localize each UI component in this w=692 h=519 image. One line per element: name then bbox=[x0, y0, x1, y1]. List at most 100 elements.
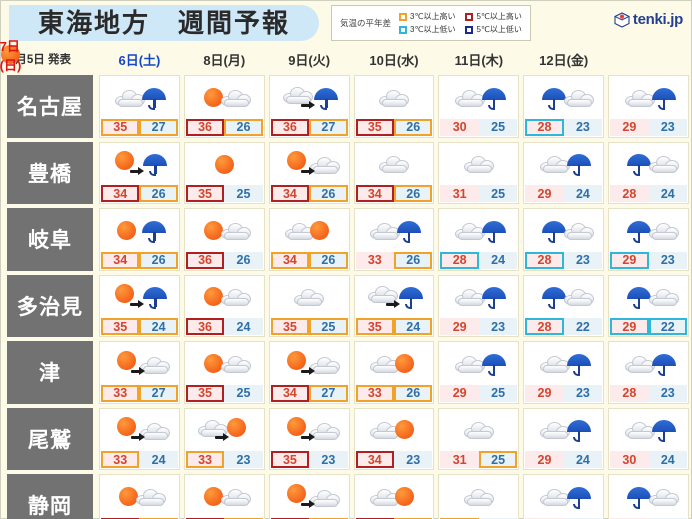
forecast-cell[interactable]: 3525 bbox=[353, 474, 435, 519]
min-temperature: 25 bbox=[224, 185, 263, 202]
forecast-cell[interactable]: 36 27 bbox=[268, 75, 350, 138]
forecast-cell[interactable]: 35 23 bbox=[268, 407, 350, 470]
forecast-table-body: 名古屋 35 27 36 26 36 27 35 26 30 25 28 23 29 23 豊橋 34 26 35 2… bbox=[1, 73, 691, 519]
cloud-icon bbox=[221, 89, 252, 107]
forecast-cell[interactable]: 28 22 bbox=[523, 274, 605, 337]
forecast-cell[interactable]: 34 26 bbox=[268, 141, 350, 204]
cloudy-icon bbox=[449, 413, 509, 447]
temperature-bar: 2924 bbox=[525, 185, 603, 202]
min-temperature: 25 bbox=[309, 318, 348, 335]
forecast-cell[interactable]: 3225 bbox=[438, 474, 520, 519]
cloud-icon bbox=[369, 222, 400, 240]
forecast-cell[interactable]: 3525 bbox=[268, 274, 350, 337]
forecast-cell[interactable]: 33 24 bbox=[99, 407, 180, 470]
city-label-岐阜[interactable]: 岐阜 bbox=[7, 208, 93, 271]
max-temperature: 35 bbox=[355, 118, 394, 136]
forecast-cell[interactable]: 33 23 bbox=[183, 407, 265, 470]
weather-icon-area bbox=[610, 144, 687, 186]
city-label-尾鷲[interactable]: 尾鷲 bbox=[7, 407, 93, 470]
max-temperature: 34 bbox=[355, 451, 394, 468]
forecast-cell[interactable]: 2924 bbox=[523, 141, 605, 204]
forecast-cell[interactable]: 34 26 bbox=[268, 208, 350, 271]
cloud-icon bbox=[221, 289, 252, 307]
temperature-bar: 35 23 bbox=[270, 451, 348, 468]
forecast-cell[interactable]: 33 26 bbox=[353, 208, 435, 271]
forecast-cell[interactable]: 33 26 bbox=[353, 341, 435, 404]
forecast-cell[interactable]: 35 24 bbox=[353, 274, 435, 337]
forecast-cell[interactable]: 34 23 bbox=[353, 407, 435, 470]
cloudy-then-sunny-icon bbox=[194, 413, 254, 447]
forecast-cell[interactable]: 35 24 bbox=[99, 274, 180, 337]
temperature-anomaly-legend: 気温の平年差 3℃以上高い 5℃以上高い 3℃以上低い 5℃以上低い bbox=[331, 5, 531, 41]
forecast-cell[interactable]: 35 27 bbox=[99, 75, 180, 138]
forecast-cell[interactable]: 28 24 bbox=[438, 208, 520, 271]
forecast-cell[interactable]: 3725 bbox=[268, 474, 350, 519]
forecast-cell[interactable]: 2924 bbox=[523, 407, 605, 470]
forecast-cell[interactable]: 3625 bbox=[99, 474, 180, 519]
max-temperature: 36 bbox=[185, 251, 225, 269]
forecast-cell[interactable]: 3525 bbox=[183, 141, 265, 204]
forecast-cell[interactable]: 35 26 bbox=[353, 75, 435, 138]
weather-icon-area bbox=[271, 77, 348, 119]
forecast-cell[interactable]: 28 23 bbox=[523, 75, 605, 138]
forecast-cell[interactable]: 36 26 bbox=[183, 208, 265, 271]
forecast-cell[interactable]: 36 24 bbox=[183, 274, 265, 337]
cloudy-sunny-icon bbox=[364, 480, 424, 514]
forecast-cell[interactable]: 31 25 bbox=[438, 407, 520, 470]
weather-icon-area bbox=[525, 277, 602, 319]
temperature-bar: 33 24 bbox=[101, 451, 178, 468]
forecast-cell[interactable]: 36 26 bbox=[183, 75, 265, 138]
forecast-cell[interactable]: 31 25 bbox=[438, 141, 520, 204]
day-header-1: 7日(日) bbox=[0, 39, 21, 73]
then-arrow-icon bbox=[301, 167, 316, 176]
forecast-cell[interactable]: 3525 bbox=[183, 341, 265, 404]
cloudy-icon bbox=[449, 480, 509, 514]
forecast-cell[interactable]: 33 27 bbox=[99, 341, 180, 404]
weather-icon-area bbox=[101, 343, 178, 385]
temperature-bar: 28 23 bbox=[525, 251, 603, 269]
sun-icon bbox=[117, 220, 137, 240]
forecast-cell[interactable]: 34 26 bbox=[99, 208, 180, 271]
min-temperature: 26 bbox=[139, 251, 178, 269]
umbrella-icon bbox=[626, 285, 651, 310]
forecast-cell[interactable]: 29 23 bbox=[608, 208, 689, 271]
sun-icon bbox=[215, 155, 235, 175]
weather-icon-area bbox=[610, 410, 687, 452]
tenki-jp-logo[interactable]: tenki.jp bbox=[613, 11, 683, 28]
forecast-cell[interactable]: 3825 bbox=[183, 474, 265, 519]
forecast-row: 岐阜 34 26 36 26 34 26 33 26 28 24 28 23 29 23 bbox=[1, 206, 691, 273]
forecast-cell[interactable]: 34 27 bbox=[268, 341, 350, 404]
min-temperature: 24 bbox=[563, 185, 603, 202]
weather-icon-area bbox=[525, 210, 602, 252]
city-label-津[interactable]: 津 bbox=[7, 341, 93, 404]
umbrella-icon bbox=[651, 418, 676, 443]
cloud-icon bbox=[136, 488, 167, 506]
forecast-cell[interactable]: 3024 bbox=[523, 474, 605, 519]
temperature-bar: 36 26 bbox=[185, 118, 263, 136]
forecast-cell[interactable]: 3024 bbox=[608, 407, 689, 470]
forecast-cell[interactable]: 34 26 bbox=[99, 141, 180, 204]
forecast-cell[interactable]: 34 26 bbox=[353, 141, 435, 204]
sunny-then-cloudy-icon bbox=[109, 347, 171, 381]
city-label-多治見[interactable]: 多治見 bbox=[7, 274, 93, 337]
city-label-豊橋[interactable]: 豊橋 bbox=[7, 141, 93, 204]
max-temperature: 29 bbox=[610, 318, 649, 335]
forecast-cell[interactable]: 28 24 bbox=[608, 141, 689, 204]
city-label-静岡[interactable]: 静岡 bbox=[7, 474, 93, 519]
forecast-cell[interactable]: 29 23 bbox=[523, 341, 605, 404]
temperature-bar: 31 25 bbox=[440, 451, 518, 468]
forecast-cell[interactable]: 29 23 bbox=[438, 274, 520, 337]
legend-grid: 3℃以上高い 5℃以上高い 3℃以上低い 5℃以上低い bbox=[399, 11, 522, 35]
forecast-cell[interactable]: 29 22 bbox=[608, 274, 689, 337]
weather-icon-area bbox=[271, 277, 348, 319]
forecast-cell[interactable]: 28 23 bbox=[608, 341, 689, 404]
forecast-cell[interactable]: 29 25 bbox=[438, 341, 520, 404]
forecast-cell[interactable]: 29 23 bbox=[608, 75, 689, 138]
forecast-cell[interactable]: 28 23 bbox=[523, 208, 605, 271]
weather-icon-area bbox=[101, 77, 178, 119]
city-label-名古屋[interactable]: 名古屋 bbox=[7, 75, 93, 138]
forecast-cell[interactable]: 2924 bbox=[608, 474, 689, 519]
forecast-cell[interactable]: 30 25 bbox=[438, 75, 520, 138]
max-temperature: 34 bbox=[101, 251, 140, 269]
max-temperature: 34 bbox=[270, 185, 310, 202]
